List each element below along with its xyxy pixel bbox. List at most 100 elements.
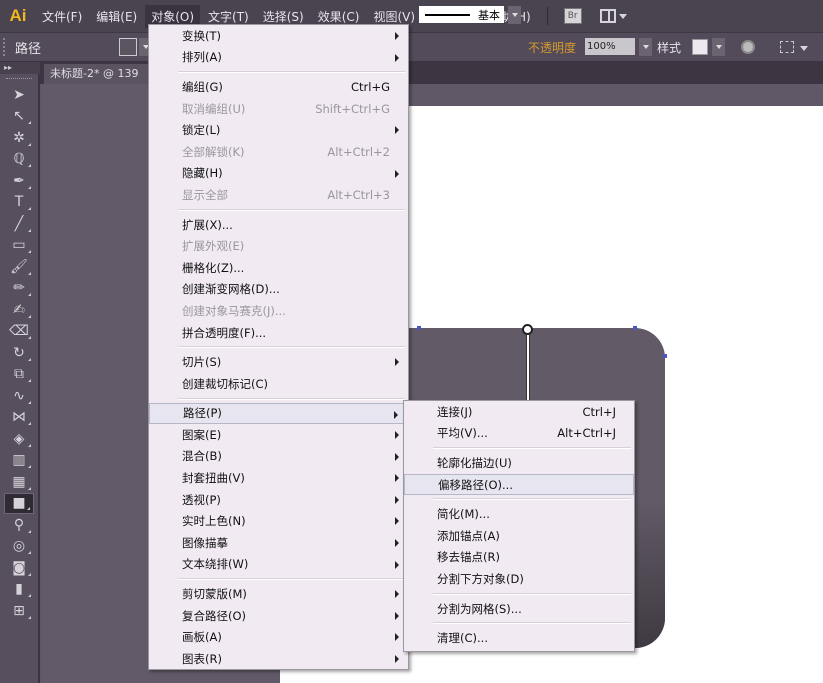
object-menu-item[interactable]: 变换(T) xyxy=(149,25,408,47)
anchor-point[interactable] xyxy=(663,354,667,358)
object-menu-item[interactable]: 拼合透明度(F)... xyxy=(149,322,408,344)
object-menu-item[interactable]: 剪切蒙版(M) xyxy=(149,583,408,605)
gradient-annotator-line[interactable] xyxy=(526,335,530,405)
arrange-documents-button[interactable] xyxy=(599,9,627,23)
mesh-tool[interactable]: ▦ xyxy=(4,471,34,493)
recolor-artwork-icon[interactable] xyxy=(741,40,755,54)
opacity-dropdown[interactable] xyxy=(639,38,652,56)
tools-panel-header[interactable]: ▸▸ xyxy=(0,62,40,74)
gradient-tool[interactable]: ■ xyxy=(4,492,34,514)
lasso-tool[interactable]: ℚ xyxy=(4,149,34,171)
flyout-corner-icon xyxy=(28,422,31,425)
eyedropper-icon: ⚲ xyxy=(13,516,25,533)
object-menu-item[interactable]: 透视(P) xyxy=(149,489,408,511)
symbol-sprayer-tool[interactable]: ◙ xyxy=(4,557,34,579)
submenu-arrow-icon xyxy=(395,452,399,461)
opacity-label[interactable]: 不透明度 xyxy=(528,39,576,56)
warp-tool[interactable]: ∿ xyxy=(4,385,34,407)
menu-separator xyxy=(149,206,408,214)
rotate-tool[interactable]: ↻ xyxy=(4,342,34,364)
path-submenu-item[interactable]: 轮廓化描边(U) xyxy=(404,452,634,474)
menu-item-label: 图表(R) xyxy=(182,651,222,666)
path-submenu-item[interactable]: 清理(C)... xyxy=(404,627,634,649)
path-submenu-item[interactable]: 分割为网格(S)... xyxy=(404,598,634,620)
path-submenu-item[interactable]: 偏移路径(O)... xyxy=(404,473,634,496)
line-tool[interactable]: ╱ xyxy=(4,213,34,235)
paintbrush-tool[interactable]: 🖌 xyxy=(4,256,34,278)
shape-builder-tool[interactable]: ◈ xyxy=(4,428,34,450)
graphic-style-dropdown[interactable] xyxy=(712,38,725,56)
path-submenu-item[interactable]: 移去锚点(R) xyxy=(404,547,634,569)
artboard-tool[interactable]: ⊞ xyxy=(4,600,34,622)
object-menu-item[interactable]: 编组(G) Ctrl+G xyxy=(149,76,408,98)
pencil-tool[interactable]: ✏ xyxy=(4,278,34,300)
object-menu-item[interactable]: 切片(S) xyxy=(149,351,408,373)
object-menu-item[interactable]: 排列(A) xyxy=(149,47,408,69)
menu-item-1[interactable]: 编辑(E) xyxy=(90,5,143,28)
object-menu-item[interactable]: 扩展(X)... xyxy=(149,214,408,236)
perspective-grid-tool[interactable]: ▥ xyxy=(4,450,34,472)
path-submenu-item[interactable]: 平均(V)... Alt+Ctrl+J xyxy=(404,423,634,445)
graphic-style-swatch[interactable] xyxy=(692,39,708,55)
path-submenu-item[interactable]: 分割下方对象(D) xyxy=(404,568,634,590)
object-menu-item[interactable]: 文本绕排(W) xyxy=(149,554,408,576)
blend-tool[interactable]: ◎ xyxy=(4,536,34,558)
align-options-icon[interactable] xyxy=(780,41,794,53)
object-menu-item[interactable]: 复合路径(O) xyxy=(149,605,408,627)
menu-item-0[interactable]: 文件(F) xyxy=(36,5,88,28)
menu-item-label: 创建裁切标记(C) xyxy=(182,376,269,391)
path-submenu-item[interactable]: 简化(M)... xyxy=(404,503,634,525)
chevron-down-icon[interactable] xyxy=(800,46,808,51)
object-menu-item[interactable]: 图表(R) xyxy=(149,648,408,670)
menu-item-shortcut: Alt+Ctrl+2 xyxy=(327,144,390,159)
object-menu-item[interactable]: 路径(P) xyxy=(149,402,408,425)
submenu-arrow-icon xyxy=(395,126,399,135)
flyout-corner-icon xyxy=(28,357,31,361)
object-menu-item[interactable]: 画板(A) xyxy=(149,626,408,648)
opacity-input[interactable]: 100% xyxy=(585,38,635,55)
eyedropper-tool[interactable]: ⚲ xyxy=(4,514,34,536)
object-menu-item[interactable]: 隐藏(H) xyxy=(149,163,408,185)
gradient-icon: ■ xyxy=(12,495,26,512)
direct-selection-tool[interactable]: ↖ xyxy=(4,106,34,128)
panel-grip[interactable] xyxy=(3,38,9,56)
blob-brush-tool[interactable]: ✍ xyxy=(4,299,34,321)
free-transform-tool[interactable]: ⋈ xyxy=(4,407,34,429)
column-graph-tool[interactable]: ▮ xyxy=(4,579,34,601)
selection-tool[interactable]: ➤ xyxy=(4,84,34,106)
object-menu-item[interactable]: 锁定(L) xyxy=(149,119,408,141)
gradient-origin-handle[interactable] xyxy=(522,324,533,335)
type-tool[interactable]: T xyxy=(4,192,34,214)
menu-item-label: 扩展(X)... xyxy=(182,217,233,232)
object-menu-item[interactable]: 图案(E) xyxy=(149,424,408,446)
object-menu-item[interactable]: 栅格化(Z)... xyxy=(149,257,408,279)
pen-tool[interactable]: ✒ xyxy=(4,170,34,192)
anchor-point[interactable] xyxy=(417,326,421,330)
object-menu-item[interactable]: 创建渐变网格(D)... xyxy=(149,279,408,301)
path-submenu-item[interactable]: 连接(J) Ctrl+J xyxy=(404,401,634,423)
object-menu-item[interactable]: 实时上色(N) xyxy=(149,510,408,532)
object-menu-item[interactable]: 创建裁切标记(C) xyxy=(149,373,408,395)
scale-tool[interactable]: ⧉ xyxy=(4,364,34,386)
eraser-tool[interactable]: ⌫ xyxy=(4,321,34,343)
rectangle-tool[interactable]: ▭ xyxy=(4,235,34,257)
illustrator-window: Ai 文件(F)编辑(E)对象(O)文字(T)选择(S)效果(C)视图(V)窗口… xyxy=(0,0,823,683)
path-submenu-item[interactable]: 添加锚点(A) xyxy=(404,525,634,547)
magic-wand-tool[interactable]: ✲ xyxy=(4,127,34,149)
menu-item-shortcut: Ctrl+J xyxy=(582,404,617,419)
stroke-profile-dropdown[interactable] xyxy=(508,6,521,24)
tool-list: ➤ ↖ ✲ ℚ ✒ T ╱ ▭ 🖌 ✏ ✍ ⌫ ↻ ⧉ ∿ ⋈ ◈ ▥ ▦ ■ ⚲ ◎ ◙ ▮ ⊞ xyxy=(0,84,38,622)
menu-item-label: 栅格化(Z)... xyxy=(182,260,245,275)
fill-swatch[interactable] xyxy=(119,38,137,56)
stroke-profile-select[interactable]: 基本 xyxy=(419,6,504,23)
object-menu-item[interactable]: 图像描摹 xyxy=(149,532,408,554)
menu-item-label: 显示全部 xyxy=(182,187,228,202)
menu-item-label: 扩展外观(E) xyxy=(182,239,245,254)
object-menu-item[interactable]: 封套扭曲(V) xyxy=(149,467,408,489)
bridge-icon[interactable]: Br xyxy=(563,8,582,24)
flyout-corner-icon xyxy=(28,164,31,167)
object-menu-item[interactable]: 混合(B) xyxy=(149,446,408,468)
menu-item-label: 透视(P) xyxy=(182,492,221,507)
anchor-point[interactable] xyxy=(633,326,637,330)
menu-separator xyxy=(404,619,634,627)
